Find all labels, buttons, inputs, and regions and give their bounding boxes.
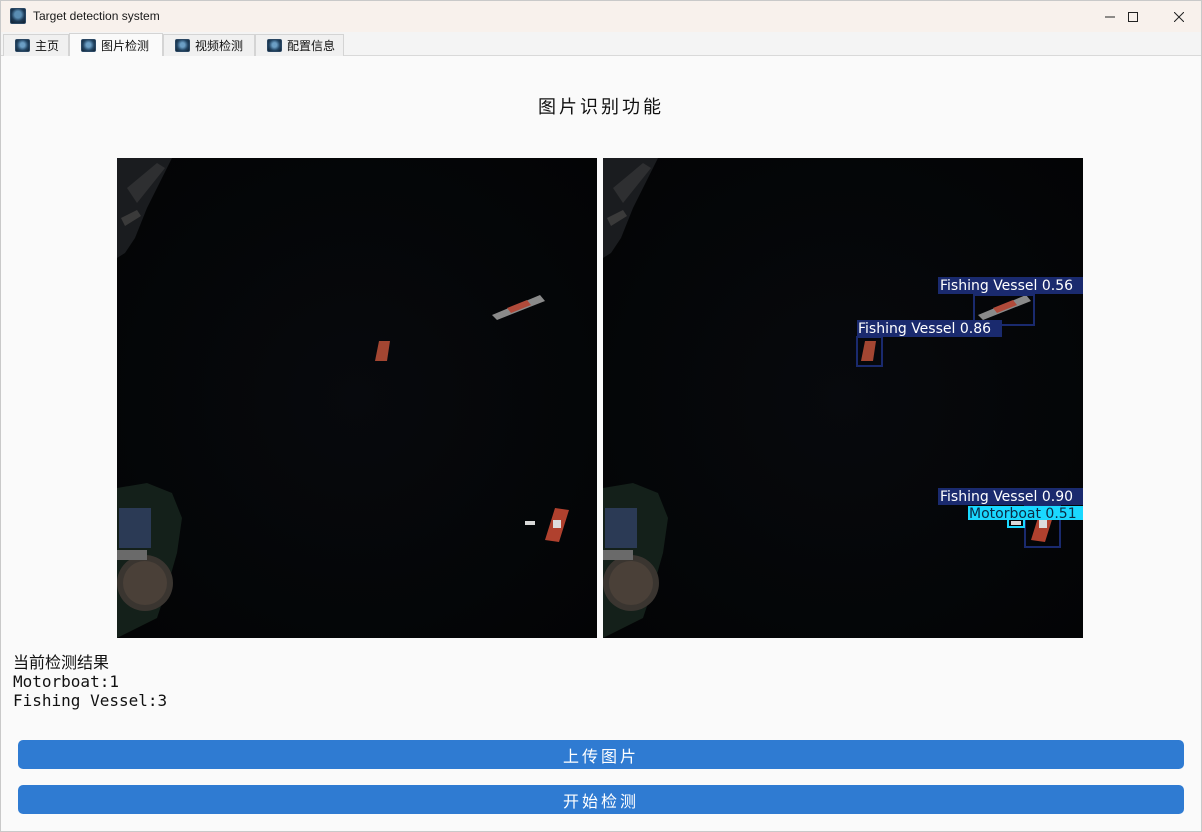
- detection-label: Fishing Vessel 0.56: [940, 278, 1073, 294]
- detection-label: Fishing Vessel 0.90: [940, 489, 1073, 505]
- maximize-button[interactable]: [1110, 1, 1156, 32]
- tab-label: 图片检测: [101, 38, 150, 53]
- tab-config-info[interactable]: 配置信息: [255, 34, 344, 56]
- title-bar[interactable]: Target detection system: [1, 1, 1201, 32]
- original-image: [117, 158, 597, 638]
- tab-image-detection[interactable]: 图片检测: [69, 33, 163, 56]
- tab-home[interactable]: 主页: [3, 34, 69, 56]
- close-button[interactable]: [1156, 1, 1202, 32]
- tab-label: 配置信息: [287, 39, 336, 53]
- page-title: 图片识别功能: [538, 97, 664, 118]
- original-aerial-photo: [117, 158, 597, 638]
- tab-label: 视频检测: [195, 39, 244, 53]
- close-icon: [1174, 11, 1184, 22]
- tab-bar: 主页 图片检测 视频检测 配置信息: [1, 32, 1201, 56]
- tab-video-detection[interactable]: 视频检测: [163, 34, 255, 56]
- tab-label: 主页: [35, 39, 60, 53]
- motorboat-1: [525, 521, 535, 525]
- results-line: Motorboat:1: [13, 672, 119, 691]
- detection-result-image: Fishing Vessel 0.56 Fishing Vessel 0.86 …: [603, 158, 1083, 638]
- detection-label: Fishing Vessel 0.86: [858, 321, 991, 337]
- window-title: Target detection system: [33, 9, 160, 23]
- app-logo-icon: [267, 39, 282, 52]
- app-logo-icon: [81, 38, 96, 52]
- upload-image-button[interactable]: 上传图片: [18, 740, 1184, 769]
- app-logo-icon: [175, 39, 190, 52]
- detection-label: Motorboat 0.51: [969, 506, 1077, 522]
- results-heading: 当前检测结果: [13, 653, 110, 672]
- results-line: Fishing Vessel:3: [13, 691, 168, 710]
- app-logo-icon: [15, 39, 30, 52]
- detection-results: 当前检测结果 Motorboat:1 Fishing Vessel:3: [13, 653, 167, 710]
- detected-aerial-photo: Fishing Vessel 0.56 Fishing Vessel 0.86 …: [603, 158, 1083, 638]
- maximize-icon: [1128, 11, 1138, 22]
- start-detection-button[interactable]: 开始检测: [18, 785, 1184, 814]
- app-logo-icon: [10, 8, 26, 24]
- app-window: Target detection system 主页 图片检测 视频检测 配置信…: [0, 0, 1202, 832]
